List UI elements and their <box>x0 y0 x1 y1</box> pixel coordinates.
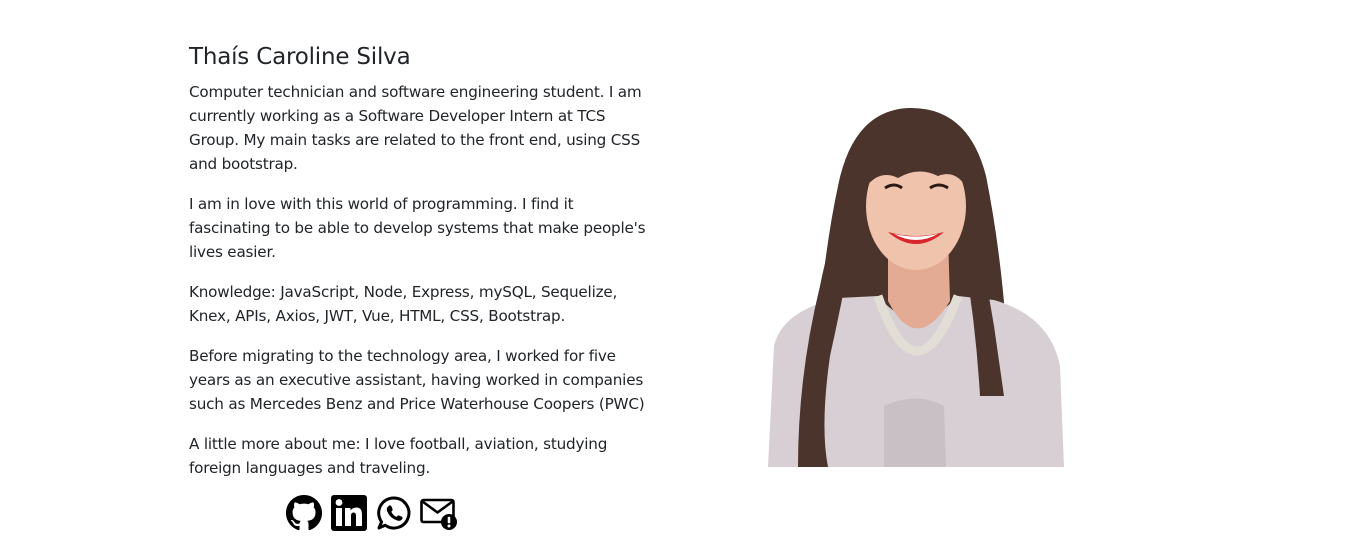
github-link[interactable] <box>284 493 323 532</box>
bio-paragraph: A little more about me: I love football,… <box>189 435 608 477</box>
bio-paragraph: Before migrating to the technology area,… <box>189 347 645 413</box>
profile-photo <box>768 106 1064 467</box>
linkedin-link[interactable] <box>329 493 368 532</box>
social-links <box>284 493 458 532</box>
linkedin-icon <box>330 494 367 531</box>
email-link[interactable] <box>419 493 458 532</box>
about-section: Thaís Caroline Silva Computer technician… <box>189 40 659 496</box>
github-icon <box>285 494 322 530</box>
whatsapp-icon <box>376 495 410 529</box>
bio-paragraph: I am in love with this world of programm… <box>189 195 646 261</box>
bio-paragraph: Computer technician and software enginee… <box>189 83 642 173</box>
email-icon <box>419 498 457 530</box>
bio-paragraph: Knowledge: JavaScript, Node, Express, my… <box>189 283 618 325</box>
profile-name: Thaís Caroline Silva <box>189 44 411 70</box>
whatsapp-link[interactable] <box>374 493 413 532</box>
